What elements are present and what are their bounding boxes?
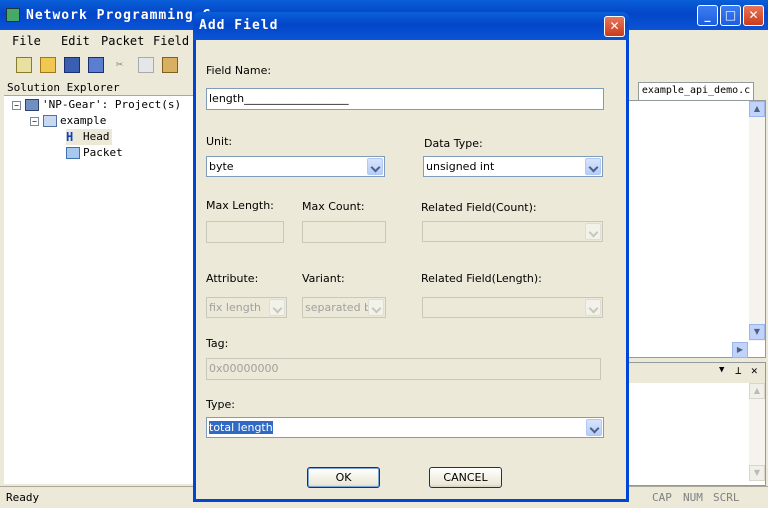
max-count-input[interactable] [302,221,386,243]
table-icon [43,115,57,127]
dialog-title: Add Field [199,18,279,33]
tree-item-head[interactable]: H Head [66,129,112,145]
menu-file[interactable]: File [12,34,41,48]
tag-label: Tag: [206,337,229,350]
editor-tab[interactable]: example_api_demo.c [638,82,754,100]
new-file-icon[interactable] [16,57,32,73]
attribute-select[interactable]: fix length [206,297,287,318]
scroll-down-icon[interactable]: ▼ [749,324,765,340]
data-type-select[interactable]: unsigned int [423,156,603,177]
max-length-label: Max Length: [206,199,274,212]
tag-input[interactable]: 0x00000000 [206,358,601,380]
chevron-down-icon[interactable] [585,223,601,240]
chevron-down-icon[interactable] [585,158,601,175]
menu-edit[interactable]: Edit [61,34,90,48]
editor-area[interactable]: ▲ ▼ ▶ [628,100,766,358]
project-icon [25,99,39,111]
solution-explorer-header: Solution Explorer [4,80,200,96]
status-cap: CAP [652,491,672,504]
dropdown-icon[interactable]: ▼ [719,365,724,375]
packet-icon [66,147,80,159]
variant-select[interactable]: separated by [302,297,386,318]
status-num: NUM [683,491,703,504]
chevron-down-icon[interactable] [585,299,601,316]
paste-icon[interactable] [162,57,178,73]
type-label: Type: [206,398,235,411]
close-button[interactable]: ✕ [743,5,764,26]
add-field-dialog: Add Field ✕ Field Name: length__________… [193,12,629,502]
output-panel-header: ▼ ⊥ ✕ [629,363,765,383]
save-icon[interactable] [64,57,80,73]
unit-value: byte [209,160,234,173]
related-length-select[interactable] [422,297,603,318]
scroll-right-icon[interactable]: ▶ [732,342,748,358]
scroll-up-icon[interactable]: ▲ [749,383,765,399]
cancel-button[interactable]: CANCEL [429,467,502,488]
tree-item-example[interactable]: − example [30,113,106,129]
collapse-icon[interactable]: − [12,101,21,110]
close-panel-icon[interactable]: ✕ [751,364,758,377]
related-count-label: Related Field(Count): [421,201,537,214]
dialog-titlebar: Add Field ✕ [193,12,629,40]
field-name-input[interactable]: length___________________ [206,88,604,110]
app-icon [6,8,20,22]
type-select[interactable]: total length [206,417,604,438]
main-window-title: Network Programming G [26,8,212,23]
menu-packet[interactable]: Packet [101,34,144,48]
menu-field[interactable]: Field [153,34,189,48]
max-count-label: Max Count: [302,200,365,213]
cut-icon[interactable]: ✂ [116,57,132,73]
variant-value: separated by [305,301,378,314]
status-scrl: SCRL [713,491,740,504]
related-count-select[interactable] [422,221,603,242]
tree-item-packet[interactable]: Packet [66,145,123,161]
solution-explorer-panel: − 'NP-Gear': Project(s) − example H Head Pa… [4,96,200,484]
dialog-body: Field Name: length___________________ Un… [196,40,626,499]
tree-item-project[interactable]: − 'NP-Gear': Project(s) [12,97,181,113]
output-vscrollbar[interactable]: ▲ ▼ [749,383,765,481]
related-length-label: Related Field(Length): [421,272,542,285]
output-panel: ▼ ⊥ ✕ ▲ ▼ [628,362,766,486]
collapse-icon[interactable]: − [30,117,39,126]
field-name-label: Field Name: [206,64,272,77]
copy-icon[interactable] [138,57,154,73]
max-length-input[interactable] [206,221,284,243]
toolbar: ✂ [0,52,200,78]
chevron-down-icon[interactable] [367,158,383,175]
scroll-up-icon[interactable]: ▲ [749,101,765,117]
editor-vscrollbar[interactable]: ▲ ▼ [749,101,765,341]
data-type-label: Data Type: [424,137,483,150]
type-value: total length [209,421,273,434]
status-text: Ready [6,491,40,504]
variant-label: Variant: [302,272,345,285]
minimize-button[interactable]: _ [697,5,718,26]
data-type-value: unsigned int [426,160,495,173]
open-folder-icon[interactable] [40,57,56,73]
chevron-down-icon[interactable] [269,299,285,316]
save-all-icon[interactable] [88,57,104,73]
chevron-down-icon[interactable] [586,419,602,436]
pin-icon[interactable]: ⊥ [735,364,742,377]
chevron-down-icon[interactable] [368,299,384,316]
dialog-close-button[interactable]: ✕ [604,16,625,37]
maximize-button[interactable]: □ [720,5,741,26]
unit-select[interactable]: byte [206,156,385,177]
scroll-down-icon[interactable]: ▼ [749,465,765,481]
attribute-label: Attribute: [206,272,259,285]
unit-label: Unit: [206,135,233,148]
head-icon: H [66,130,74,144]
attribute-value: fix length [209,301,261,314]
ok-button[interactable]: OK [307,467,380,488]
